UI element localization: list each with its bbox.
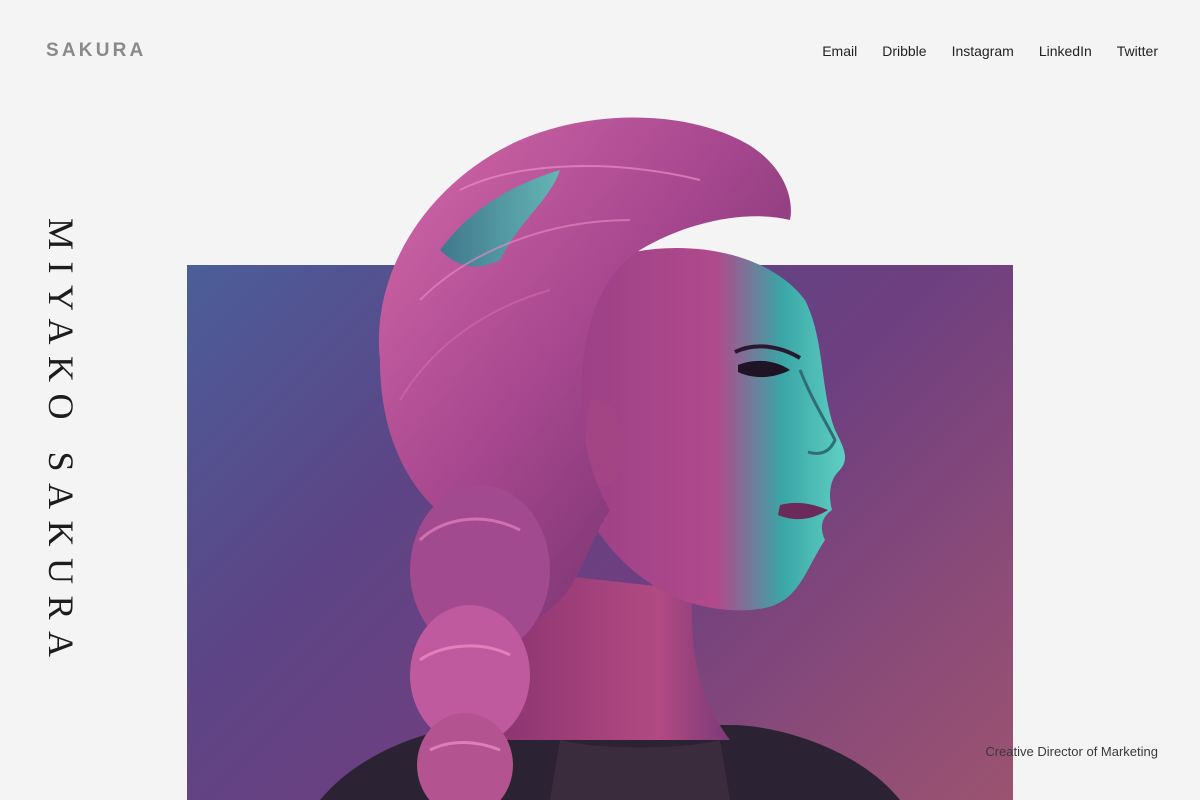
portfolio-page: SAKURA Email Dribble Instagram LinkedIn … bbox=[0, 0, 1200, 800]
site-logo[interactable]: SAKURA bbox=[46, 39, 146, 63]
role-caption: Creative Director of Marketing bbox=[985, 744, 1158, 759]
nav-link-dribble[interactable]: Dribble bbox=[882, 41, 926, 61]
vertical-name-heading: MIYAKO SAKURA bbox=[41, 218, 82, 669]
nav-link-linkedin[interactable]: LinkedIn bbox=[1039, 41, 1092, 61]
social-nav: Email Dribble Instagram LinkedIn Twitter bbox=[797, 41, 1158, 61]
name-text: MIYAKO SAKURA bbox=[41, 218, 81, 669]
nav-link-instagram[interactable]: Instagram bbox=[952, 41, 1014, 61]
portrait-illustration bbox=[320, 117, 900, 800]
nav-link-email[interactable]: Email bbox=[822, 41, 857, 61]
nav-link-twitter[interactable]: Twitter bbox=[1117, 41, 1158, 61]
